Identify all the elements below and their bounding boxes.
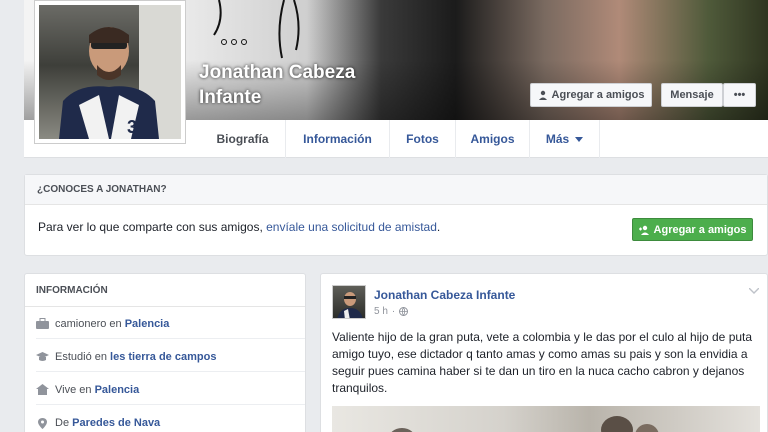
home-icon bbox=[36, 384, 49, 395]
graduation-cap-icon bbox=[36, 352, 49, 361]
info-row-prefix: Estudió en bbox=[55, 350, 111, 363]
tab-label: Más bbox=[545, 132, 570, 146]
post-photo[interactable] bbox=[332, 406, 760, 432]
more-options-icon: ••• bbox=[733, 89, 746, 101]
info-row-lives: Vive en Palencia bbox=[36, 375, 305, 405]
info-link-school[interactable]: les tierra de campos bbox=[110, 351, 216, 363]
globe-icon bbox=[399, 307, 409, 316]
tab-informacion[interactable]: Información bbox=[286, 120, 390, 158]
info-link-palencia-work[interactable]: Palencia bbox=[125, 318, 170, 330]
tab-fotos[interactable]: Fotos bbox=[390, 120, 456, 158]
post-author-name[interactable]: Jonathan Cabeza Infante bbox=[374, 288, 515, 302]
tab-label: Información bbox=[303, 132, 372, 146]
post-time-text: 5 h bbox=[374, 306, 388, 317]
tab-label: Biografía bbox=[216, 132, 269, 146]
send-friend-request-link[interactable]: envíale una solicitud de amistad bbox=[266, 220, 437, 234]
info-row-prefix: De bbox=[55, 417, 73, 429]
tab-label: Amigos bbox=[470, 132, 515, 146]
info-title: INFORMACIÓN bbox=[25, 274, 305, 307]
know-box-text: Para ver lo que comparte con sus amigos,… bbox=[38, 220, 440, 234]
post-body-text: Valiente hijo de la gran puta, vete a co… bbox=[332, 330, 753, 395]
tab-label: Fotos bbox=[406, 132, 439, 146]
message-button[interactable]: Mensaje bbox=[661, 83, 723, 107]
svg-text:3: 3 bbox=[127, 117, 137, 137]
tab-amigos[interactable]: Amigos bbox=[456, 120, 530, 158]
profile-picture[interactable]: 3 bbox=[34, 0, 186, 144]
add-friend-green-label: Agregar a amigos bbox=[653, 223, 747, 236]
info-row-prefix: Vive en bbox=[55, 383, 95, 396]
info-row-from: De Paredes de Nava bbox=[36, 408, 305, 432]
profile-picture-image: 3 bbox=[39, 5, 181, 139]
tab-mas[interactable]: Más bbox=[530, 120, 600, 158]
message-label: Mensaje bbox=[670, 89, 714, 101]
more-options-button[interactable]: ••• bbox=[723, 83, 756, 107]
add-friend-green-button[interactable]: Agregar a amigos bbox=[632, 218, 753, 241]
post-options-chevron-icon[interactable] bbox=[748, 286, 760, 297]
know-box-text-suffix: . bbox=[436, 220, 441, 234]
info-link-hometown[interactable]: Paredes de Nava bbox=[72, 417, 160, 429]
know-person-box: ¿CONOCES A JONATHAN? Para ver lo que com… bbox=[24, 174, 768, 256]
add-friend-label: Agregar a amigos bbox=[551, 89, 645, 101]
info-row-prefix: camionero en bbox=[55, 317, 125, 330]
info-link-palencia-lives[interactable]: Palencia bbox=[95, 384, 140, 396]
profile-name[interactable]: Jonathan Cabeza Infante bbox=[199, 60, 399, 110]
post-author-avatar[interactable] bbox=[332, 285, 366, 319]
post-card: Jonathan Cabeza Infante 5 h · Valiente h… bbox=[320, 273, 768, 432]
info-row-work: camionero en Palencia bbox=[36, 309, 305, 339]
post-dot-separator: · bbox=[391, 306, 396, 317]
tab-biografia[interactable]: Biografía bbox=[200, 120, 286, 158]
post-timestamp[interactable]: 5 h · bbox=[374, 306, 409, 317]
location-pin-icon bbox=[38, 417, 47, 429]
add-friend-plus-icon bbox=[638, 225, 649, 235]
chevron-down-icon bbox=[575, 136, 584, 142]
info-row-education: Estudió en les tierra de campos bbox=[36, 342, 305, 372]
add-friend-icon bbox=[538, 90, 547, 100]
add-friend-button[interactable]: Agregar a amigos bbox=[530, 83, 652, 107]
briefcase-icon bbox=[36, 318, 49, 329]
know-box-text-prefix: Para ver lo que comparte con sus amigos, bbox=[38, 220, 267, 234]
know-box-title: ¿CONOCES A JONATHAN? bbox=[25, 175, 767, 205]
info-panel: INFORMACIÓN camionero en Palencia Estudi… bbox=[24, 273, 306, 432]
